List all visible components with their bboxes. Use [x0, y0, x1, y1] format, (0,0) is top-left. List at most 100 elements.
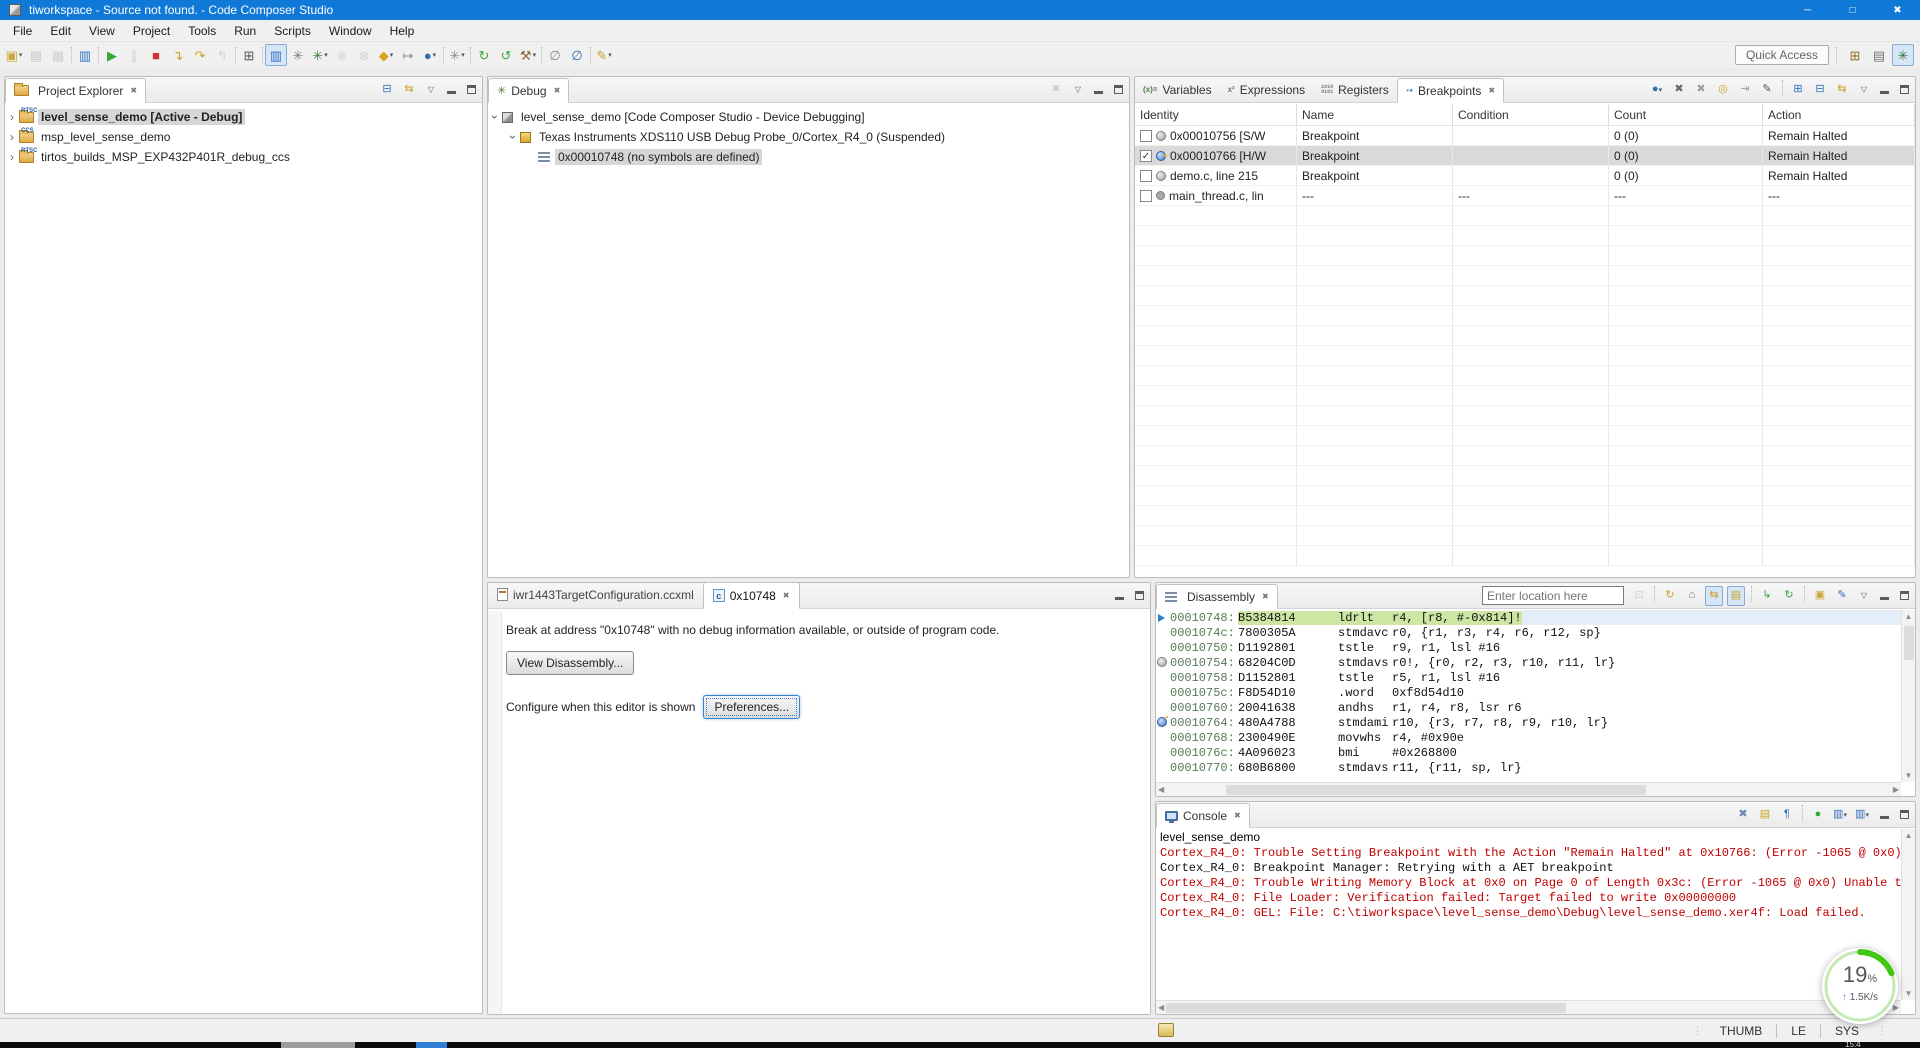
debug-tree-item[interactable]: ›level_sense_demo [Code Composer Studio … — [488, 107, 1129, 127]
editor-tab-iwr1443targetconfiguration-ccxml[interactable]: iwr1443TargetConfiguration.ccxml — [488, 581, 703, 608]
expander-icon[interactable]: › — [5, 150, 19, 164]
tab-variables[interactable]: (x)=Variables — [1135, 77, 1220, 102]
resume-icon[interactable]: ▶ — [101, 44, 123, 66]
tab-console[interactable]: Console ✖ — [1156, 803, 1250, 828]
maximize-button[interactable]: □ — [1830, 0, 1875, 20]
step-into-asm-icon[interactable]: ↳ — [1758, 586, 1776, 606]
maximize-icon[interactable] — [1897, 83, 1911, 97]
breakpoint-checkbox[interactable] — [1140, 170, 1152, 182]
disassembly-hscrollbar[interactable]: ◀▶ — [1156, 782, 1901, 796]
highlight-tool-icon[interactable]: ✎▾ — [593, 44, 615, 66]
save-icon[interactable]: ▦ — [25, 44, 47, 66]
column-header-name[interactable]: Name — [1297, 104, 1453, 126]
column-header-condition[interactable]: Condition — [1453, 104, 1609, 126]
clear-console-icon[interactable]: ✖ — [1734, 805, 1752, 825]
maximize-icon[interactable] — [1897, 808, 1911, 822]
remove-all-breakpoints-icon[interactable]: ✖ — [1692, 80, 1710, 100]
minimize-icon[interactable] — [1877, 589, 1891, 603]
target-settings-icon[interactable]: ✳ — [287, 44, 309, 66]
breakpoint-checkbox[interactable]: ✓ — [1140, 150, 1152, 162]
maximize-icon[interactable] — [1132, 589, 1146, 603]
breakpoint-row[interactable]: ✓0x00010766 [H/WBreakpoint0 (0)Remain Ha… — [1135, 146, 1915, 166]
project-item[interactable]: ›RTSClevel_sense_demo [Active - Debug] — [5, 107, 482, 127]
menu-tools[interactable]: Tools — [179, 21, 225, 41]
disconnect-icon[interactable]: ⊗ — [331, 44, 353, 66]
remove-breakpoint-icon[interactable]: ✖ — [1670, 80, 1688, 100]
minimize-button[interactable]: ─ — [1785, 0, 1830, 20]
expander-icon[interactable]: › — [506, 130, 520, 144]
connect-target-icon[interactable]: ▥ — [265, 44, 287, 66]
disassembly-line[interactable]: 00010760:20041638andhsr1, r4, r8, lsr r6 — [1156, 700, 1901, 715]
disassembly-line[interactable]: 0001076c:4A096023bmi#0x268800 — [1156, 745, 1901, 760]
debug-tree-item[interactable]: ›Texas Instruments XDS110 USB Debug Prob… — [488, 127, 1129, 147]
view-menu-icon[interactable]: ▽ — [1071, 83, 1085, 97]
expand-all-icon[interactable]: ⊞ — [1789, 80, 1807, 100]
project-item[interactable]: ›RTSCtirtos_builds_MSP_EXP432P401R_debug… — [5, 147, 482, 167]
maximize-icon[interactable] — [464, 83, 478, 97]
windows-taskbar[interactable]: 15:4 — [0, 1042, 1920, 1048]
disassembly-line[interactable]: 0001075c:F8D54D10.word0xf8d54d10 — [1156, 685, 1901, 700]
suspend-icon[interactable]: ∥ — [123, 44, 145, 66]
disassembly-line[interactable]: 00010758:D1152801tstler5, r1, lsl #16 — [1156, 670, 1901, 685]
menu-window[interactable]: Window — [320, 21, 381, 41]
flash-program-icon[interactable]: ◆▾ — [375, 44, 397, 66]
disconnect-all-icon[interactable]: ⊗ — [353, 44, 375, 66]
view-menu-icon[interactable]: ▽ — [1857, 589, 1871, 603]
drag-handle-icon[interactable]: ⋮ — [1689, 1026, 1706, 1037]
new-breakpoint-icon[interactable]: ●▾ — [1648, 80, 1666, 100]
open-console-icon[interactable]: ▥▾ — [1853, 805, 1871, 825]
step-return-icon[interactable]: ↰ — [211, 44, 233, 66]
tab-expressions[interactable]: x²Expressions — [1220, 77, 1314, 102]
console-vscrollbar[interactable]: ▲▼ — [1901, 829, 1915, 1000]
link-with-debug-icon[interactable]: ⇆ — [1705, 586, 1723, 606]
disassembly-vscrollbar[interactable]: ▲▼ — [1901, 610, 1915, 782]
debug-launch-icon[interactable]: ✳▾ — [309, 44, 331, 66]
open-perspective-icon[interactable]: ⊞ — [1844, 44, 1866, 66]
breakpoint-checkbox[interactable] — [1140, 130, 1152, 142]
tab-project-explorer[interactable]: Project Explorer ✖ — [5, 78, 146, 103]
show-view-icon[interactable]: ▥ — [74, 44, 96, 66]
console-output[interactable]: level_sense_demo Cortex_R4_0: Trouble Se… — [1156, 829, 1901, 1000]
minimize-icon[interactable] — [1112, 589, 1126, 603]
save-all-icon[interactable]: ▩ — [47, 44, 69, 66]
editor-tab-0x10748[interactable]: c0x10748✖ — [703, 582, 800, 609]
step-over-icon[interactable]: ↷ — [189, 44, 211, 66]
close-icon[interactable]: ✖ — [130, 86, 137, 95]
skip-all-breakpoints-icon[interactable]: ∅ — [544, 44, 566, 66]
tab-debug[interactable]: ✳ Debug ✖ — [488, 78, 569, 103]
link-with-editor-icon[interactable]: ⇆ — [400, 80, 418, 100]
memory-browser-icon[interactable]: ⊞ — [238, 44, 260, 66]
view-menu-icon[interactable]: ▽ — [1857, 83, 1871, 97]
menu-help[interactable]: Help — [381, 21, 424, 41]
minimize-icon[interactable] — [444, 83, 458, 97]
tab-disassembly[interactable]: Disassembly ✖ — [1156, 584, 1278, 609]
console-hscrollbar[interactable]: ◀▶ — [1156, 1000, 1901, 1014]
step-cycles-icon[interactable]: ↦ — [397, 44, 419, 66]
link-with-debug-icon[interactable]: ⇆ — [1833, 80, 1851, 100]
menu-run[interactable]: Run — [225, 21, 265, 41]
menu-view[interactable]: View — [80, 21, 124, 41]
skip-all-breakpoints-icon[interactable]: ◎ — [1714, 80, 1732, 100]
menu-file[interactable]: File — [4, 21, 41, 41]
ccs-edit-perspective-icon[interactable]: ▤ — [1868, 44, 1890, 66]
go-to-file-icon[interactable]: ⇥ — [1736, 80, 1754, 100]
close-icon[interactable]: ✖ — [554, 86, 561, 95]
close-icon[interactable]: ✖ — [1234, 811, 1241, 820]
collapse-all-icon[interactable]: ⊟ — [1811, 80, 1829, 100]
ccs-debug-perspective-icon[interactable]: ✳ — [1892, 44, 1914, 66]
new-disassembly-view-icon[interactable]: ▣ — [1811, 586, 1829, 606]
breakpoint-checkbox[interactable] — [1140, 190, 1152, 202]
close-icon[interactable]: ✖ — [1488, 86, 1495, 95]
project-item[interactable]: ›CCSmsp_level_sense_demo — [5, 127, 482, 147]
quick-access-button[interactable]: Quick Access — [1735, 45, 1829, 65]
minimize-icon[interactable] — [1877, 83, 1891, 97]
menu-scripts[interactable]: Scripts — [265, 21, 320, 41]
column-header-count[interactable]: Count — [1609, 104, 1763, 126]
tab-breakpoints[interactable]: ●●Breakpoints✖ — [1397, 78, 1504, 103]
expander-icon[interactable]: › — [5, 130, 19, 144]
expander-icon[interactable]: › — [488, 110, 502, 124]
restart-icon[interactable]: ↺ — [495, 44, 517, 66]
minimize-icon[interactable] — [1877, 808, 1891, 822]
column-header-identity[interactable]: Identity — [1135, 104, 1297, 126]
remove-all-terminated-icon[interactable]: ✖ — [1047, 80, 1065, 100]
